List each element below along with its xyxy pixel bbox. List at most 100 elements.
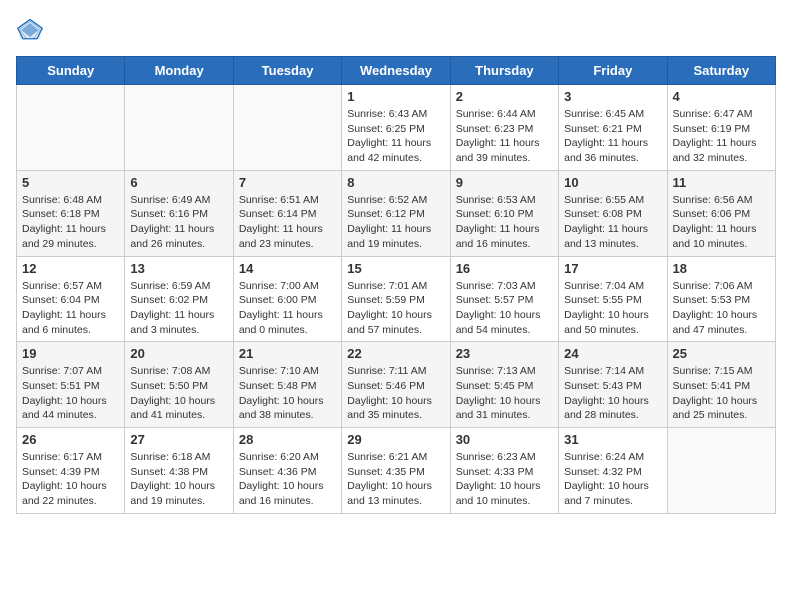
day-info: Sunrise: 7:14 AM Sunset: 5:43 PM Dayligh… bbox=[564, 364, 661, 423]
day-info: Sunrise: 7:07 AM Sunset: 5:51 PM Dayligh… bbox=[22, 364, 119, 423]
calendar-cell bbox=[125, 85, 233, 171]
day-number: 20 bbox=[130, 346, 227, 361]
day-info: Sunrise: 6:21 AM Sunset: 4:35 PM Dayligh… bbox=[347, 450, 444, 509]
day-info: Sunrise: 6:57 AM Sunset: 6:04 PM Dayligh… bbox=[22, 279, 119, 338]
day-number: 7 bbox=[239, 175, 336, 190]
day-number: 12 bbox=[22, 261, 119, 276]
day-number: 1 bbox=[347, 89, 444, 104]
calendar-cell: 1 Sunrise: 6:43 AM Sunset: 6:25 PM Daylig… bbox=[342, 85, 450, 171]
day-info: Sunrise: 6:43 AM Sunset: 6:25 PM Dayligh… bbox=[347, 107, 444, 166]
day-info: Sunrise: 7:01 AM Sunset: 5:59 PM Dayligh… bbox=[347, 279, 444, 338]
calendar-week-row: 1 Sunrise: 6:43 AM Sunset: 6:25 PM Daylig… bbox=[17, 85, 776, 171]
calendar-cell: 27 Sunrise: 6:18 AM Sunset: 4:38 PM Dayli… bbox=[125, 428, 233, 514]
day-info: Sunrise: 6:17 AM Sunset: 4:39 PM Dayligh… bbox=[22, 450, 119, 509]
day-of-week-header: Saturday bbox=[667, 57, 775, 85]
calendar-cell: 24 Sunrise: 7:14 AM Sunset: 5:43 PM Dayli… bbox=[559, 342, 667, 428]
calendar-cell: 17Sunrise: 7:04 AM Sunset: 5:55 PM Dayli… bbox=[559, 256, 667, 342]
calendar-week-row: 12 Sunrise: 6:57 AM Sunset: 6:04 PM Dayli… bbox=[17, 256, 776, 342]
calendar-cell bbox=[667, 428, 775, 514]
day-info: Sunrise: 6:51 AM Sunset: 6:14 PM Dayligh… bbox=[239, 193, 336, 252]
calendar-cell: 20 Sunrise: 7:08 AM Sunset: 5:50 PM Dayli… bbox=[125, 342, 233, 428]
day-of-week-header: Tuesday bbox=[233, 57, 341, 85]
day-number: 10 bbox=[564, 175, 661, 190]
calendar-cell: 19 Sunrise: 7:07 AM Sunset: 5:51 PM Dayli… bbox=[17, 342, 125, 428]
day-info: Sunrise: 6:56 AM Sunset: 6:06 PM Dayligh… bbox=[673, 193, 770, 252]
logo bbox=[16, 16, 48, 44]
day-info: Sunrise: 6:47 AM Sunset: 6:19 PM Dayligh… bbox=[673, 107, 770, 166]
day-number: 16 bbox=[456, 261, 553, 276]
day-number: 13 bbox=[130, 261, 227, 276]
day-number: 23 bbox=[456, 346, 553, 361]
day-number: 21 bbox=[239, 346, 336, 361]
day-info: Sunrise: 6:18 AM Sunset: 4:38 PM Dayligh… bbox=[130, 450, 227, 509]
day-info: Sunrise: 6:23 AM Sunset: 4:33 PM Dayligh… bbox=[456, 450, 553, 509]
day-number: 3 bbox=[564, 89, 661, 104]
day-number: 24 bbox=[564, 346, 661, 361]
calendar-cell: 3 Sunrise: 6:45 AM Sunset: 6:21 PM Daylig… bbox=[559, 85, 667, 171]
calendar-cell: 25 Sunrise: 7:15 AM Sunset: 5:41 PM Dayli… bbox=[667, 342, 775, 428]
calendar-cell: 8 Sunrise: 6:52 AM Sunset: 6:12 PM Daylig… bbox=[342, 170, 450, 256]
calendar-cell: 16 Sunrise: 7:03 AM Sunset: 5:57 PM Dayli… bbox=[450, 256, 558, 342]
calendar-cell: 30 Sunrise: 6:23 AM Sunset: 4:33 PM Dayli… bbox=[450, 428, 558, 514]
day-number: 26 bbox=[22, 432, 119, 447]
day-info: Sunrise: 7:10 AM Sunset: 5:48 PM Dayligh… bbox=[239, 364, 336, 423]
day-info: Sunrise: 7:15 AM Sunset: 5:41 PM Dayligh… bbox=[673, 364, 770, 423]
calendar-cell: 28 Sunrise: 6:20 AM Sunset: 4:36 PM Dayli… bbox=[233, 428, 341, 514]
logo-icon bbox=[16, 16, 44, 44]
calendar-cell: 7 Sunrise: 6:51 AM Sunset: 6:14 PM Daylig… bbox=[233, 170, 341, 256]
calendar-cell: 29 Sunrise: 6:21 AM Sunset: 4:35 PM Dayli… bbox=[342, 428, 450, 514]
day-number: 25 bbox=[673, 346, 770, 361]
day-info: Sunrise: 6:20 AM Sunset: 4:36 PM Dayligh… bbox=[239, 450, 336, 509]
day-number: 14 bbox=[239, 261, 336, 276]
day-info: Sunrise: 6:52 AM Sunset: 6:12 PM Dayligh… bbox=[347, 193, 444, 252]
day-info: Sunrise: 7:00 AM Sunset: 6:00 PM Dayligh… bbox=[239, 279, 336, 338]
day-number: 9 bbox=[456, 175, 553, 190]
day-info: Sunrise: 7:03 AM Sunset: 5:57 PM Dayligh… bbox=[456, 279, 553, 338]
calendar-header-row: SundayMondayTuesdayWednesdayThursdayFrid… bbox=[17, 57, 776, 85]
day-info: Sunrise: 6:45 AM Sunset: 6:21 PM Dayligh… bbox=[564, 107, 661, 166]
day-number: 6 bbox=[130, 175, 227, 190]
day-of-week-header: Monday bbox=[125, 57, 233, 85]
calendar-cell: 15 Sunrise: 7:01 AM Sunset: 5:59 PM Dayli… bbox=[342, 256, 450, 342]
calendar-cell: 10 Sunrise: 6:55 AM Sunset: 6:08 PM Dayli… bbox=[559, 170, 667, 256]
day-info: Sunrise: 7:13 AM Sunset: 5:45 PM Dayligh… bbox=[456, 364, 553, 423]
day-info: Sunrise: 6:44 AM Sunset: 6:23 PM Dayligh… bbox=[456, 107, 553, 166]
day-of-week-header: Friday bbox=[559, 57, 667, 85]
day-info: Sunrise: 6:55 AM Sunset: 6:08 PM Dayligh… bbox=[564, 193, 661, 252]
day-info: Sunrise: 6:49 AM Sunset: 6:16 PM Dayligh… bbox=[130, 193, 227, 252]
day-info: Sunrise: 7:06 AM Sunset: 5:53 PM Dayligh… bbox=[673, 279, 770, 338]
page-header bbox=[16, 16, 776, 44]
day-number: 30 bbox=[456, 432, 553, 447]
day-number: 19 bbox=[22, 346, 119, 361]
day-info: Sunrise: 6:24 AM Sunset: 4:32 PM Dayligh… bbox=[564, 450, 661, 509]
calendar-week-row: 5 Sunrise: 6:48 AM Sunset: 6:18 PM Daylig… bbox=[17, 170, 776, 256]
calendar-cell: 9 Sunrise: 6:53 AM Sunset: 6:10 PM Daylig… bbox=[450, 170, 558, 256]
day-of-week-header: Wednesday bbox=[342, 57, 450, 85]
day-number: 4 bbox=[673, 89, 770, 104]
day-number: 5 bbox=[22, 175, 119, 190]
calendar-cell: 14 Sunrise: 7:00 AM Sunset: 6:00 PM Dayli… bbox=[233, 256, 341, 342]
calendar-cell: 6 Sunrise: 6:49 AM Sunset: 6:16 PM Daylig… bbox=[125, 170, 233, 256]
day-number: 17 bbox=[564, 261, 661, 276]
calendar-cell bbox=[233, 85, 341, 171]
day-number: 27 bbox=[130, 432, 227, 447]
calendar-cell: 26 Sunrise: 6:17 AM Sunset: 4:39 PM Dayli… bbox=[17, 428, 125, 514]
calendar-cell: 13Sunrise: 6:59 AM Sunset: 6:02 PM Dayli… bbox=[125, 256, 233, 342]
calendar-week-row: 26 Sunrise: 6:17 AM Sunset: 4:39 PM Dayli… bbox=[17, 428, 776, 514]
day-info: Sunrise: 6:53 AM Sunset: 6:10 PM Dayligh… bbox=[456, 193, 553, 252]
day-number: 15 bbox=[347, 261, 444, 276]
day-number: 2 bbox=[456, 89, 553, 104]
calendar-cell: 22Sunrise: 7:11 AM Sunset: 5:46 PM Dayli… bbox=[342, 342, 450, 428]
day-number: 29 bbox=[347, 432, 444, 447]
day-info: Sunrise: 6:48 AM Sunset: 6:18 PM Dayligh… bbox=[22, 193, 119, 252]
calendar-cell: 12 Sunrise: 6:57 AM Sunset: 6:04 PM Dayli… bbox=[17, 256, 125, 342]
calendar-cell: 21 Sunrise: 7:10 AM Sunset: 5:48 PM Dayli… bbox=[233, 342, 341, 428]
calendar-week-row: 19 Sunrise: 7:07 AM Sunset: 5:51 PM Dayli… bbox=[17, 342, 776, 428]
day-number: 8 bbox=[347, 175, 444, 190]
day-number: 11 bbox=[673, 175, 770, 190]
day-info: Sunrise: 7:08 AM Sunset: 5:50 PM Dayligh… bbox=[130, 364, 227, 423]
calendar-cell: 5 Sunrise: 6:48 AM Sunset: 6:18 PM Daylig… bbox=[17, 170, 125, 256]
calendar-cell: 18Sunrise: 7:06 AM Sunset: 5:53 PM Dayli… bbox=[667, 256, 775, 342]
day-number: 31 bbox=[564, 432, 661, 447]
day-number: 28 bbox=[239, 432, 336, 447]
